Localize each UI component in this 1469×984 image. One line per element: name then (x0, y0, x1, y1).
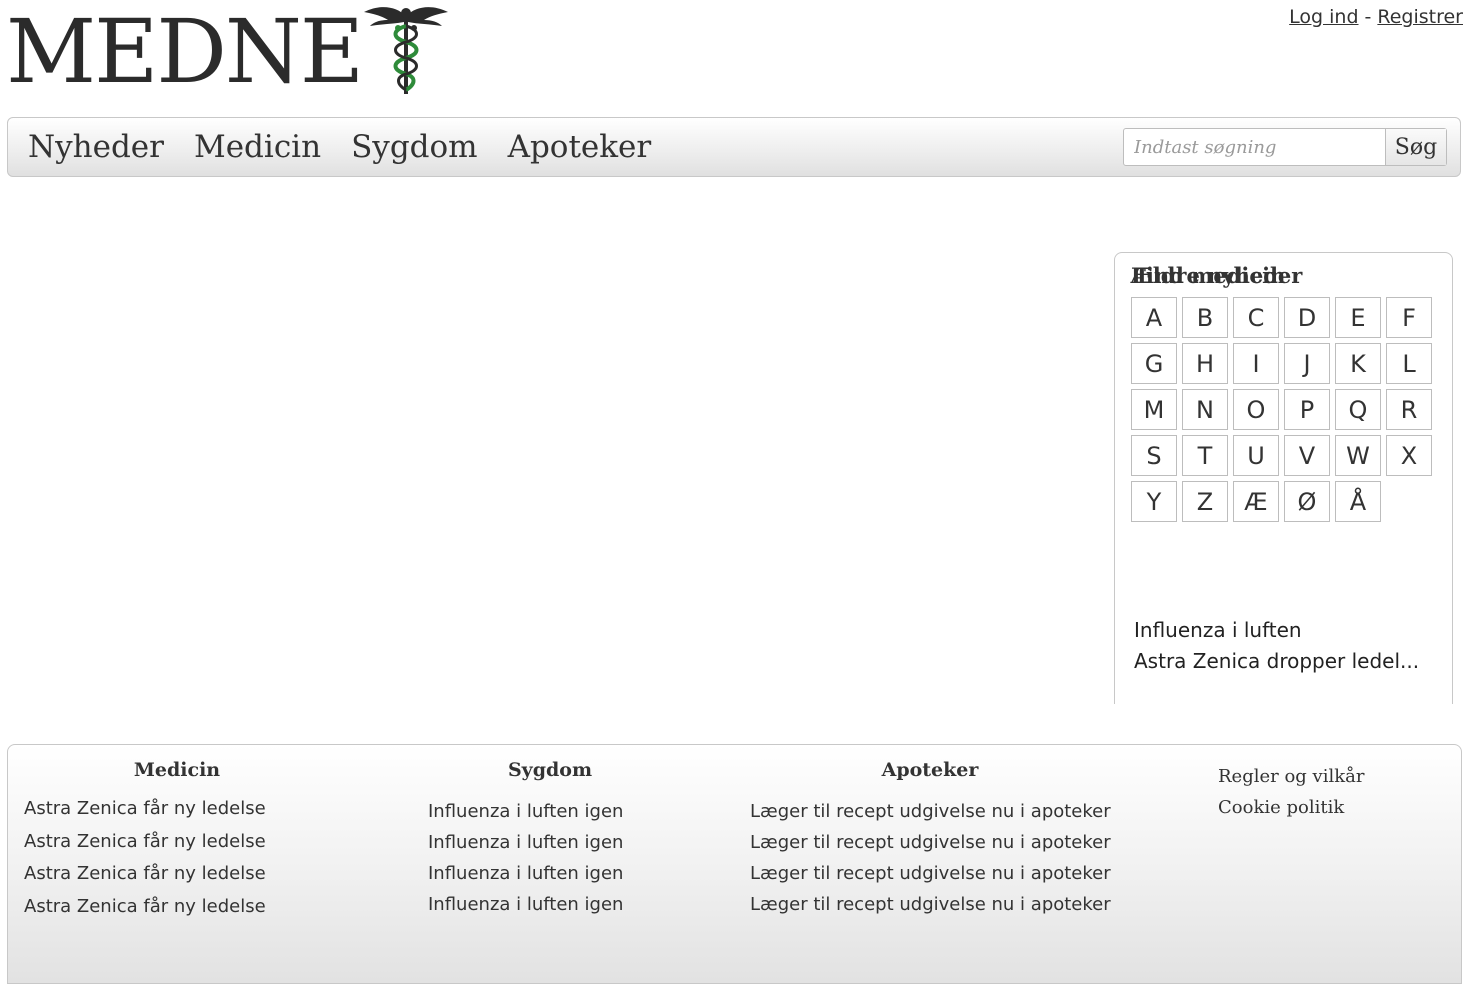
letter-s[interactable]: S (1131, 435, 1177, 476)
letter-y[interactable]: Y (1131, 481, 1177, 522)
letter-r[interactable]: R (1386, 389, 1432, 430)
footer-link[interactable]: Influenza i luften igen (428, 796, 672, 827)
letter-g[interactable]: G (1131, 343, 1177, 384)
letter-oe[interactable]: Ø (1284, 481, 1330, 522)
search-input[interactable] (1124, 129, 1385, 165)
footer-link[interactable]: Astra Zenica får ny ledelse (24, 826, 330, 859)
older-news-item[interactable]: Influenza i luften (1134, 615, 1419, 646)
auth-separator: - (1364, 6, 1372, 28)
footer-column-legal: Regler og vilkår Cookie politik (1218, 761, 1364, 823)
logo-text: MEDNE (6, 0, 364, 103)
footer-link[interactable]: Læger til recept udgivelse nu i apoteker (750, 858, 1111, 889)
letter-x[interactable]: X (1386, 435, 1432, 476)
footer-link[interactable]: Influenza i luften igen (428, 858, 672, 889)
older-news-list: Influenza i luften Astra Zenica dropper … (1134, 615, 1419, 677)
letter-index: A B C D E F G H I J K L M N O P Q R S T … (1131, 297, 1440, 522)
letter-j[interactable]: J (1284, 343, 1330, 384)
footer-link[interactable]: Læger til recept udgivelse nu i apoteker (750, 889, 1111, 920)
letter-u[interactable]: U (1233, 435, 1279, 476)
older-news-item[interactable]: Astra Zenica dropper ledel... (1134, 646, 1419, 677)
letter-o[interactable]: O (1233, 389, 1279, 430)
footer-heading-medicin: Medicin (133, 759, 221, 781)
letter-f[interactable]: F (1386, 297, 1432, 338)
letter-k[interactable]: K (1335, 343, 1381, 384)
search-button[interactable]: Søg (1385, 129, 1446, 165)
sidebar: Find medicin A B C D E F G H I J K L M N… (1114, 252, 1453, 704)
letter-b[interactable]: B (1182, 297, 1228, 338)
letter-q[interactable]: Q (1335, 389, 1381, 430)
footer-heading-apoteker: Apoteker (881, 759, 979, 781)
footer-heading-sygdom: Sygdom (507, 759, 593, 781)
nav-item-sygdom[interactable]: Sygdom (351, 129, 478, 165)
auth-links: Log ind - Registrer (1289, 6, 1463, 28)
nav-menu: Nyheder Medicin Sygdom Apoteker (28, 118, 681, 176)
letter-aa[interactable]: Å (1335, 481, 1381, 522)
letter-i[interactable]: I (1233, 343, 1279, 384)
footer-link[interactable]: Influenza i luften igen (428, 889, 672, 920)
letter-z[interactable]: Z (1182, 481, 1228, 522)
older-news-title: Ældre nyheder (1131, 263, 1303, 288)
login-link[interactable]: Log ind (1289, 6, 1358, 28)
letter-ae[interactable]: Æ (1233, 481, 1279, 522)
footer: Medicin Astra Zenica får ny ledelse Astr… (7, 744, 1462, 984)
cookie-policy-link[interactable]: Cookie politik (1218, 792, 1364, 823)
footer-link[interactable]: Astra Zenica får ny ledelse (24, 891, 330, 924)
register-link[interactable]: Registrer (1377, 6, 1463, 28)
footer-link[interactable]: Astra Zenica får ny ledelse (24, 858, 330, 891)
footer-column-sygdom: Sygdom Influenza i luften igen Influenza… (428, 759, 672, 920)
nav-item-medicin[interactable]: Medicin (194, 129, 321, 165)
footer-link[interactable]: Influenza i luften igen (428, 827, 672, 858)
letter-m[interactable]: M (1131, 389, 1177, 430)
footer-link[interactable]: Astra Zenica får ny ledelse (24, 793, 330, 826)
letter-t[interactable]: T (1182, 435, 1228, 476)
letter-e[interactable]: E (1335, 297, 1381, 338)
footer-link[interactable]: Læger til recept udgivelse nu i apoteker (750, 827, 1111, 858)
letter-a[interactable]: A (1131, 297, 1177, 338)
site-logo[interactable]: MEDNE (6, 0, 364, 103)
footer-link[interactable]: Læger til recept udgivelse nu i apoteker (750, 796, 1111, 827)
letter-d[interactable]: D (1284, 297, 1330, 338)
nav-item-apoteker[interactable]: Apoteker (508, 129, 652, 165)
letter-c[interactable]: C (1233, 297, 1279, 338)
footer-column-apoteker: Apoteker Læger til recept udgivelse nu i… (750, 759, 1111, 920)
terms-link[interactable]: Regler og vilkår (1218, 761, 1364, 792)
letter-n[interactable]: N (1182, 389, 1228, 430)
letter-p[interactable]: P (1284, 389, 1330, 430)
caduceus-icon (364, 7, 448, 94)
letter-h[interactable]: H (1182, 343, 1228, 384)
footer-column-medicin: Medicin Astra Zenica får ny ledelse Astr… (24, 759, 330, 923)
letter-v[interactable]: V (1284, 435, 1330, 476)
letter-l[interactable]: L (1386, 343, 1432, 384)
main-navbar: Nyheder Medicin Sygdom Apoteker Søg (7, 117, 1461, 177)
search-box: Søg (1123, 128, 1447, 166)
letter-w[interactable]: W (1335, 435, 1381, 476)
nav-item-nyheder[interactable]: Nyheder (28, 129, 164, 165)
